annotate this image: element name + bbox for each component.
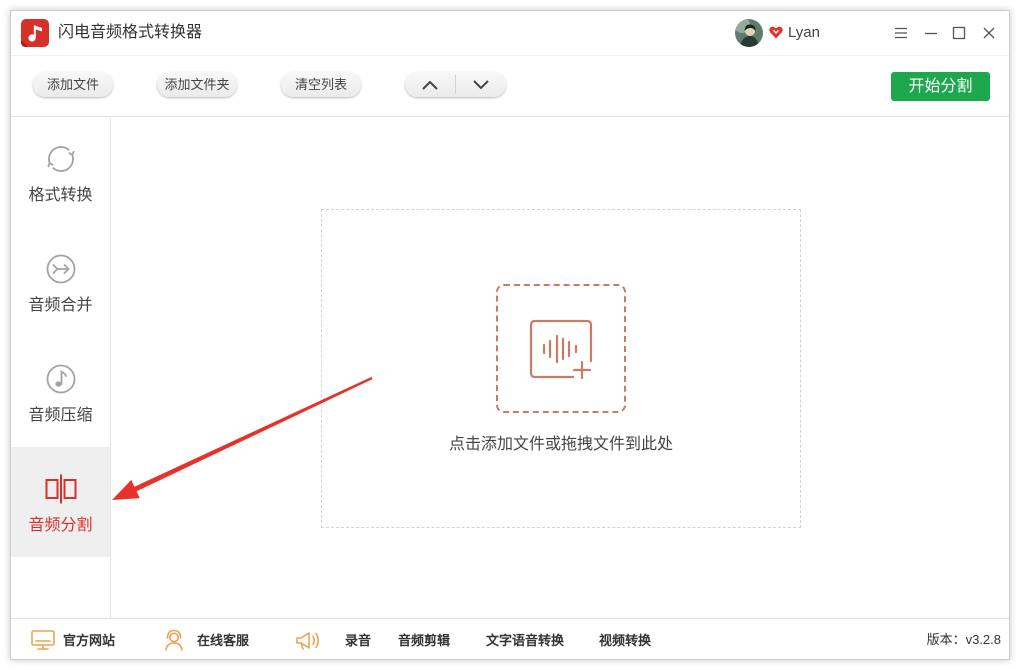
- sidebar-item-label: 音频分割: [28, 517, 93, 534]
- toolbar: 添加文件 添加文件夹 清空列表 开始分割: [11, 56, 1009, 117]
- footer-link-label: 文字语音转换: [486, 633, 565, 648]
- menu-icon: [895, 27, 907, 39]
- sidebar-item-label: 格式转换: [28, 187, 93, 204]
- music-note-icon: [46, 364, 76, 394]
- footer-link-audio-edit[interactable]: 音频剪辑: [398, 619, 451, 659]
- merge-icon: [46, 254, 76, 284]
- minimize-button[interactable]: [923, 25, 939, 41]
- add-file-box[interactable]: [496, 284, 626, 413]
- monitor-icon: [31, 629, 55, 650]
- start-split-button[interactable]: 开始分割: [891, 72, 990, 101]
- username[interactable]: Lyan: [788, 23, 820, 43]
- refresh-icon: [47, 146, 75, 172]
- sidebar-item-label: 音频合并: [28, 297, 93, 314]
- music-note-app-icon: [21, 19, 49, 47]
- footer-link-text-to-speech[interactable]: 文字语音转换: [486, 619, 565, 659]
- add-audio-icon: [529, 319, 593, 380]
- sidebar-item-audio-split[interactable]: 音频分割: [11, 447, 110, 557]
- footer-link-label: 在线客服: [197, 633, 250, 648]
- maximize-button[interactable]: [951, 25, 967, 41]
- add-folder-button[interactable]: 添加文件夹: [157, 72, 237, 97]
- footer-link-official-site[interactable]: 官方网站: [31, 619, 116, 659]
- footer-link-label: 官方网站: [63, 633, 116, 648]
- footer-link-label: 视频转换: [599, 633, 652, 648]
- version-label: 版本：v3.2.8: [926, 632, 1001, 647]
- menu-button[interactable]: [893, 25, 909, 41]
- minimize-icon: [925, 32, 937, 35]
- move-buttons-group: [405, 72, 506, 97]
- user-avatar[interactable]: [735, 19, 763, 47]
- app-window: 闪电音频格式转换器 Lyan 添加文件 添加文件夹 清空列表 开始分割 格式转换…: [10, 10, 1010, 660]
- footer-bar: 官方网站 在线客服 录音 音频剪辑 文字语音转换 视频转换 版本：v3.2.8: [11, 618, 1009, 659]
- chevron-down-icon: [473, 79, 489, 89]
- footer-link-record[interactable]: 录音: [294, 619, 372, 659]
- footer-link-label: 音频剪辑: [398, 633, 451, 648]
- sidebar-item-format-convert[interactable]: 格式转换: [11, 117, 110, 227]
- footer-link-label: 录音: [345, 633, 372, 648]
- megaphone-icon: [296, 631, 320, 650]
- add-file-button[interactable]: 添加文件: [33, 72, 113, 97]
- app-title: 闪电音频格式转换器: [58, 24, 203, 41]
- drop-hint: 点击添加文件或拖拽文件到此处: [448, 436, 673, 453]
- sidebar: 格式转换 音频合并 音频压缩 音频分割: [11, 117, 111, 618]
- drop-zone[interactable]: 点击添加文件或拖拽文件到此处: [321, 209, 801, 528]
- footer-link-online-support[interactable]: 在线客服: [163, 619, 250, 659]
- close-icon: [983, 27, 995, 39]
- customer-service-icon: [165, 629, 183, 651]
- close-button[interactable]: [981, 25, 997, 41]
- chevron-up-icon: [422, 80, 438, 90]
- footer-link-video-convert[interactable]: 视频转换: [599, 619, 652, 659]
- title-bar[interactable]: 闪电音频格式转换器 Lyan: [11, 11, 1009, 56]
- maximize-icon: [952, 26, 966, 40]
- move-down-button[interactable]: [456, 72, 506, 97]
- move-up-button[interactable]: [405, 72, 455, 97]
- sidebar-item-label: 音频压缩: [28, 407, 93, 424]
- split-icon: [45, 474, 77, 504]
- sidebar-item-audio-compress[interactable]: 音频压缩: [11, 337, 110, 447]
- clear-list-button[interactable]: 清空列表: [281, 72, 361, 97]
- sidebar-item-audio-merge[interactable]: 音频合并: [11, 227, 110, 337]
- vip-heart-icon: [769, 26, 783, 39]
